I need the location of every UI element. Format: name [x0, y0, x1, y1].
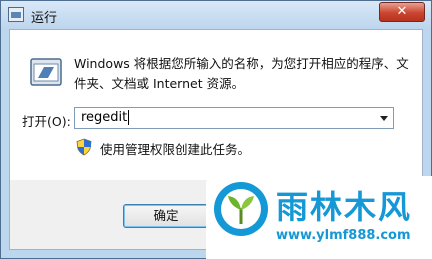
dropdown-arrow-icon[interactable] [380, 116, 388, 121]
window-title: 运行 [31, 11, 58, 26]
title-bar[interactable]: 运行 ✕ [1, 1, 431, 29]
close-button[interactable]: ✕ [379, 2, 425, 22]
admin-note: 使用管理权限创建此任务。 [100, 142, 251, 157]
run-program-icon [30, 58, 62, 86]
open-input[interactable]: regedit [81, 110, 130, 125]
ok-button[interactable]: 确定 [123, 204, 209, 228]
open-label: 打开(O): [22, 114, 71, 129]
close-icon: ✕ [396, 4, 408, 19]
watermark-title: 雨林木风 [276, 188, 413, 226]
open-combobox[interactable]: regedit [74, 107, 394, 129]
run-app-icon [8, 7, 24, 22]
content-area: Windows 将根据您所输入的名称，为您打开相应的程序、文件夹、文档或 Int… [10, 30, 422, 180]
dialog-description: Windows 将根据您所输入的名称，为您打开相应的程序、文件夹、文档或 Int… [74, 56, 409, 91]
uac-shield-icon [76, 138, 92, 156]
watermark-url: www.ylmf888.com [276, 228, 411, 243]
ylmf-logo-icon [214, 182, 268, 236]
watermark: 雨林木风 www.ylmf888.com [206, 176, 432, 259]
